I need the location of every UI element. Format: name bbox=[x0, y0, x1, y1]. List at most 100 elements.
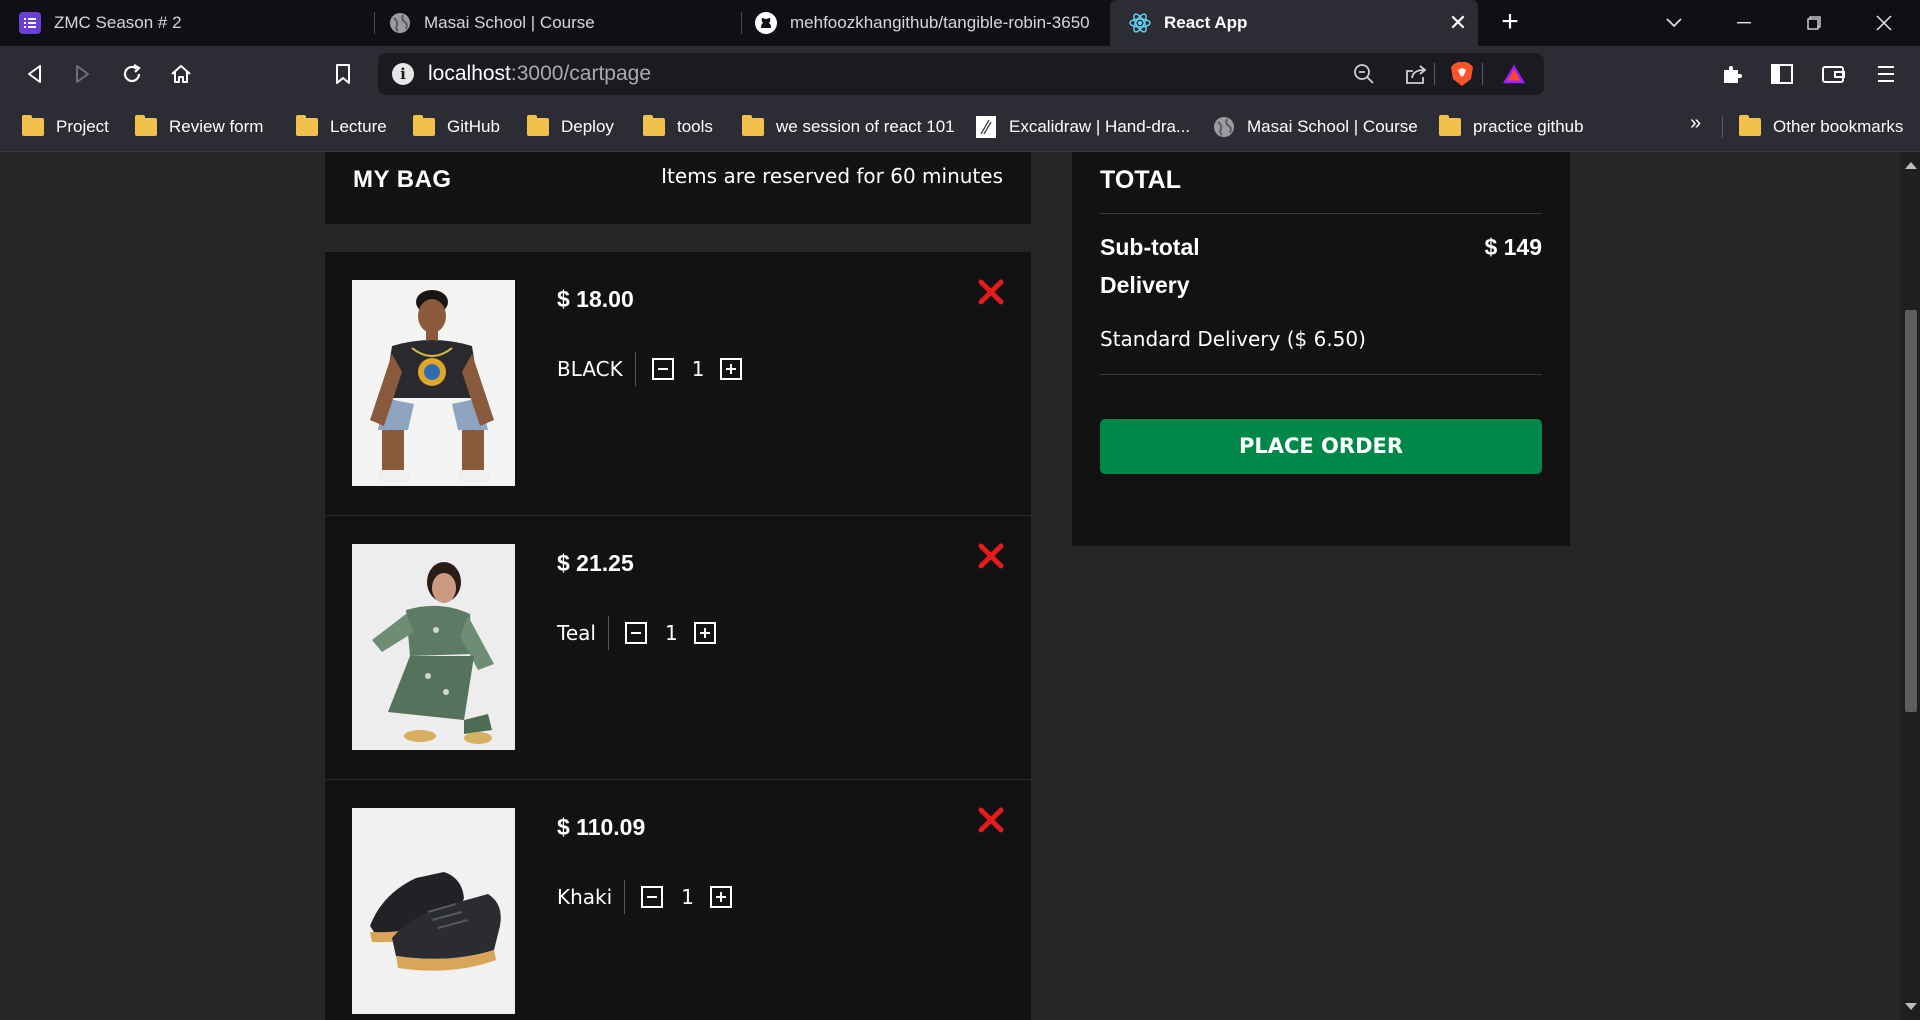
brave-rewards-icon[interactable] bbox=[1502, 62, 1526, 86]
close-tab-icon[interactable]: ✕ bbox=[1446, 11, 1470, 35]
page-viewport: MY BAG Items are reserved for 60 minutes bbox=[0, 152, 1900, 1020]
url-host: localhost bbox=[428, 62, 511, 85]
bag-items-list: $ 18.00 BLACK 1 $ 21.25 Teal 1 $ 110.09 … bbox=[325, 252, 1031, 1020]
more-bookmarks-chevron[interactable]: » bbox=[1690, 112, 1701, 135]
bookmark-github[interactable]: GitHub bbox=[413, 113, 500, 141]
bookmark-lecture[interactable]: Lecture bbox=[296, 113, 387, 141]
folder-icon bbox=[742, 115, 764, 137]
bag-header: MY BAG Items are reserved for 60 minutes bbox=[325, 152, 1031, 224]
bag-item: $ 110.09 Khaki 1 bbox=[325, 780, 1031, 1020]
tab-title: ZMC Season # 2 bbox=[54, 13, 182, 32]
minimize-icon[interactable] bbox=[1722, 0, 1766, 46]
url-path: :3000/cartpage bbox=[510, 62, 651, 85]
tab-search-chevron-icon[interactable] bbox=[1652, 0, 1696, 46]
wallet-icon[interactable] bbox=[1818, 58, 1850, 90]
order-total-panel: TOTAL Sub-total $ 149 Delivery Standard … bbox=[1072, 152, 1570, 546]
bag-title: MY BAG bbox=[353, 166, 452, 193]
tab-strip: ZMC Season # 2 Masai School | Course meh… bbox=[0, 0, 1920, 46]
tab-react-app[interactable]: React App ✕ bbox=[1110, 0, 1478, 46]
tab-masai-course[interactable]: Masai School | Course bbox=[370, 0, 740, 46]
place-order-button[interactable]: PLACE ORDER bbox=[1100, 419, 1542, 474]
zoom-icon[interactable] bbox=[1352, 62, 1376, 86]
tab-zmc-season[interactable]: ZMC Season # 2 bbox=[0, 0, 374, 46]
restore-icon[interactable] bbox=[1792, 0, 1836, 46]
github-icon bbox=[754, 11, 778, 35]
back-icon[interactable] bbox=[18, 58, 50, 90]
increase-quantity-button[interactable] bbox=[720, 358, 743, 380]
close-window-icon[interactable] bbox=[1862, 0, 1906, 46]
home-icon[interactable] bbox=[165, 58, 197, 90]
bookmark-label: Lecture bbox=[330, 117, 387, 136]
scrollbar-thumb[interactable] bbox=[1905, 310, 1917, 712]
tab-title: Masai School | Course bbox=[424, 13, 595, 32]
bookmark-masai-course[interactable]: Masai School | Course bbox=[1213, 113, 1418, 141]
subtotal-label: Sub-total bbox=[1100, 234, 1200, 260]
increase-quantity-button[interactable] bbox=[709, 886, 732, 908]
forward-icon[interactable] bbox=[67, 58, 99, 90]
decrease-quantity-button[interactable] bbox=[641, 886, 664, 908]
url-text[interactable]: localhost:3000/cartpage bbox=[428, 62, 651, 86]
bookmark-icon[interactable] bbox=[327, 58, 359, 90]
browser-toolbar: i localhost:3000/cartpage bbox=[0, 46, 1920, 102]
bookmark-practice-github[interactable]: practice github bbox=[1439, 113, 1584, 141]
share-icon[interactable] bbox=[1404, 62, 1428, 86]
remove-item-icon[interactable] bbox=[977, 278, 1005, 306]
new-tab-button[interactable]: + bbox=[1494, 7, 1526, 39]
scroll-up-arrow-icon[interactable] bbox=[1905, 162, 1917, 169]
product-image-sneakers[interactable] bbox=[352, 808, 515, 1014]
item-color: Teal bbox=[557, 616, 609, 650]
bookmark-deploy[interactable]: Deploy bbox=[527, 113, 614, 141]
globe-icon bbox=[1213, 117, 1235, 137]
sidebar-icon[interactable] bbox=[1766, 58, 1798, 90]
extensions-icon[interactable] bbox=[1716, 58, 1748, 90]
delivery-option: Standard Delivery ($ 6.50) bbox=[1100, 327, 1366, 351]
item-color: BLACK bbox=[557, 352, 636, 386]
remove-item-icon[interactable] bbox=[977, 806, 1005, 834]
folder-icon bbox=[643, 115, 665, 137]
folder-icon bbox=[1439, 115, 1461, 137]
bookmarks-divider bbox=[1722, 116, 1723, 138]
site-info-icon[interactable]: i bbox=[392, 63, 414, 85]
item-color: Khaki bbox=[557, 880, 626, 914]
bookmark-label: Review form bbox=[169, 117, 264, 136]
decrease-quantity-button[interactable] bbox=[651, 358, 674, 380]
bag-item: $ 21.25 Teal 1 bbox=[325, 516, 1031, 780]
other-bookmarks[interactable]: Other bookmarks bbox=[1739, 113, 1903, 141]
product-image-tshirt[interactable] bbox=[352, 280, 515, 486]
bookmark-tools[interactable]: tools bbox=[643, 113, 713, 141]
bookmark-project[interactable]: Project bbox=[22, 113, 109, 141]
menu-icon[interactable] bbox=[1870, 58, 1902, 90]
folder-icon bbox=[296, 115, 318, 137]
brave-shields-icon[interactable] bbox=[1450, 62, 1474, 86]
bookmark-label: practice github bbox=[1473, 117, 1584, 136]
product-image-teal-outfit[interactable] bbox=[352, 544, 515, 750]
item-controls: Khaki 1 bbox=[557, 880, 732, 914]
address-divider bbox=[1482, 63, 1483, 85]
address-bar[interactable]: i localhost:3000/cartpage bbox=[378, 53, 1544, 95]
subtotal-value: $ 149 bbox=[1484, 234, 1542, 260]
item-controls: Teal 1 bbox=[557, 616, 716, 650]
tab-title: React App bbox=[1164, 13, 1248, 32]
item-controls: BLACK 1 bbox=[557, 352, 743, 386]
page-scrollbar[interactable] bbox=[1900, 152, 1920, 1020]
divider bbox=[1100, 213, 1542, 214]
increase-quantity-button[interactable] bbox=[693, 622, 716, 644]
scroll-down-arrow-icon[interactable] bbox=[1905, 1003, 1917, 1010]
decrease-quantity-button[interactable] bbox=[624, 622, 647, 644]
address-divider bbox=[1434, 63, 1435, 85]
folder-icon bbox=[1739, 115, 1761, 137]
reservation-note: Items are reserved for 60 minutes bbox=[661, 164, 1003, 188]
bookmark-excalidraw[interactable]: Excalidraw | Hand-dra... bbox=[975, 113, 1190, 141]
bookmark-we-session[interactable]: we session of react 101 bbox=[742, 113, 955, 141]
folder-icon bbox=[135, 115, 157, 137]
remove-item-icon[interactable] bbox=[977, 542, 1005, 570]
folder-icon bbox=[413, 115, 435, 137]
react-icon bbox=[1128, 11, 1152, 35]
bookmark-review-form[interactable]: Review form bbox=[135, 113, 263, 141]
bookmark-label: Other bookmarks bbox=[1773, 117, 1904, 136]
tab-title: mehfoozkhangithub/tangible-robin-3650 bbox=[790, 13, 1090, 32]
reload-icon[interactable] bbox=[116, 58, 148, 90]
bookmark-label: we session of react 101 bbox=[776, 117, 955, 136]
globe-icon bbox=[388, 11, 412, 35]
tab-github-repo[interactable]: mehfoozkhangithub/tangible-robin-3650 bbox=[736, 0, 1108, 46]
